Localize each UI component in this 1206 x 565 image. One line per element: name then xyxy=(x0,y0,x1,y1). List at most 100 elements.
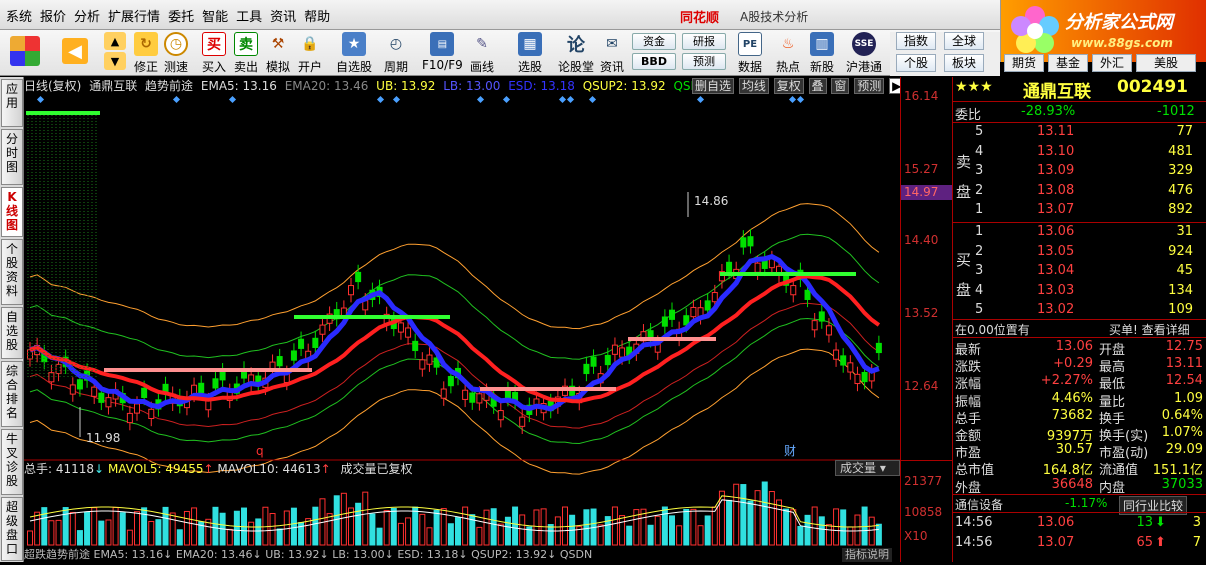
research-button[interactable]: 研报 xyxy=(682,33,726,50)
side-tab-apps[interactable]: 应用 xyxy=(1,79,23,127)
tab-index[interactable]: 指数 xyxy=(896,32,936,50)
tick-count: 3 xyxy=(1192,515,1201,530)
menu-extended-market[interactable]: 扩展行情 xyxy=(108,6,168,25)
indicator-help-button[interactable]: 指标说明 xyxy=(842,548,892,562)
hk-connect-button[interactable]: SSE 沪港通 xyxy=(846,32,882,75)
news-button[interactable]: ✉ 资讯 xyxy=(600,32,624,75)
menu-analysis[interactable]: 分析 xyxy=(74,6,108,25)
fund-button[interactable]: 资金 xyxy=(632,33,676,50)
menu-help[interactable]: 帮助 xyxy=(304,6,338,25)
tab-sector[interactable]: 板块 xyxy=(944,54,984,72)
side-tab-stock-info[interactable]: 个股资料 xyxy=(1,239,23,305)
order-price[interactable]: 13.10 xyxy=(1037,144,1074,159)
order-price[interactable]: 13.07 xyxy=(1037,202,1074,217)
tab-us-stock[interactable]: 美股 xyxy=(1136,54,1196,72)
open-account-button[interactable]: 🔒 开户 xyxy=(298,32,322,75)
volume-bar xyxy=(690,508,697,546)
order-price[interactable]: 13.04 xyxy=(1037,263,1074,278)
menu-smart[interactable]: 智能 xyxy=(202,6,236,25)
side-tab-ranking[interactable]: 综合排名 xyxy=(1,361,23,427)
period-button[interactable]: ◴ 周期 xyxy=(384,32,408,75)
window-button[interactable]: 窗 xyxy=(831,78,850,94)
candle-body xyxy=(276,356,283,367)
volume-bar xyxy=(390,507,397,546)
bbd-button[interactable]: BBD xyxy=(632,53,676,70)
menu-tools[interactable]: 工具 xyxy=(236,6,270,25)
volume-bar xyxy=(754,490,761,546)
stat-label-2: 开盘 xyxy=(1099,343,1126,358)
price-tick: 13.52 xyxy=(904,306,939,320)
stat-label: 总手 xyxy=(955,411,982,427)
kline-chart[interactable]: 14.86 11.98 q 财 xyxy=(24,77,900,562)
weibi-label: 委比 xyxy=(955,108,982,123)
event-diamond-icon xyxy=(228,95,237,104)
speed-test-label: 测速 xyxy=(164,60,189,74)
ma-button[interactable]: 均线 xyxy=(738,78,769,94)
stat-value-2: 12.75 xyxy=(1165,339,1203,354)
stat-value: +2.27% xyxy=(1040,373,1093,389)
candle-body xyxy=(91,386,98,397)
side-tab-kline[interactable]: K线图 xyxy=(1,187,23,237)
volume-selector[interactable]: 成交量 ▾ xyxy=(835,460,900,476)
remove-watchlist-button[interactable]: 删自选 xyxy=(692,78,735,94)
side-tab-intraday[interactable]: 分时图 xyxy=(1,129,23,185)
low-price-label: 11.98 xyxy=(86,431,120,445)
window-layout-button[interactable] xyxy=(10,36,40,66)
order-price[interactable]: 13.02 xyxy=(1037,302,1074,317)
order-level: 1 xyxy=(975,202,984,217)
watchlist-button[interactable]: ★ 自选股 xyxy=(336,32,372,75)
hot-button[interactable]: ♨ 热点 xyxy=(776,32,800,75)
hk-connect-icon: SSE xyxy=(852,32,876,56)
forum-button[interactable]: 论 论股堂 xyxy=(558,32,594,75)
side-tab-diagnosis[interactable]: 牛叉诊股 xyxy=(1,429,23,495)
side-tab-watchlist[interactable]: 自选股 xyxy=(1,307,23,359)
refresh-button[interactable]: ↻ 修正 xyxy=(134,32,158,75)
tab-futures[interactable]: 期货 xyxy=(1004,54,1044,72)
speed-test-button[interactable]: ◷ 测速 xyxy=(164,32,188,75)
tab-stock[interactable]: 个股 xyxy=(896,54,936,72)
order-price[interactable]: 13.11 xyxy=(1037,124,1074,139)
candle-body xyxy=(747,236,754,247)
new-stock-button[interactable]: ▥ 新股 xyxy=(810,32,834,75)
order-level: 2 xyxy=(975,182,984,198)
order-price[interactable]: 13.06 xyxy=(1037,224,1074,239)
forecast-button[interactable]: 预测 xyxy=(682,53,726,70)
price-tick: 12.64 xyxy=(904,379,939,393)
order-price[interactable]: 13.08 xyxy=(1037,183,1074,198)
volume-bar xyxy=(255,518,262,546)
order-price[interactable]: 13.03 xyxy=(1037,283,1074,298)
industry-change: -1.17% xyxy=(1065,496,1108,510)
up-down-button[interactable]: ▲ ▼ xyxy=(104,32,126,70)
menu-order[interactable]: 委托 xyxy=(168,6,202,25)
tab-forex[interactable]: 外汇 xyxy=(1092,54,1132,72)
hot-label: 热点 xyxy=(776,60,801,74)
menu-news[interactable]: 资讯 xyxy=(270,6,304,25)
order-price[interactable]: 13.05 xyxy=(1037,244,1074,259)
side-tab-order-book[interactable]: 超级盘口 xyxy=(1,497,23,561)
menu-quote[interactable]: 报价 xyxy=(40,6,74,25)
buy-button[interactable]: 买 买入 xyxy=(202,32,226,75)
order-detail-link[interactable]: 买单! 查看详细 xyxy=(1109,321,1190,338)
indicator-name[interactable]: 趋势前途 xyxy=(145,79,193,93)
sell-button[interactable]: 卖 卖出 xyxy=(234,32,258,75)
f10-button[interactable]: ▤ F10/F9 xyxy=(422,32,463,72)
volume-bar xyxy=(647,524,654,546)
stock-code: 002491 xyxy=(1117,77,1188,97)
lower-band-line xyxy=(29,348,880,475)
candle-body xyxy=(825,325,832,336)
kline-chart-area[interactable]: 14.86 11.98 q 财 xyxy=(24,77,900,562)
adjust-button[interactable]: 复权 xyxy=(773,78,804,94)
data-button[interactable]: PE 数据 xyxy=(738,32,762,75)
draw-line-button[interactable]: ✎ 画线 xyxy=(470,32,494,75)
tab-global[interactable]: 全球 xyxy=(944,32,984,50)
tab-fund[interactable]: 基金 xyxy=(1048,54,1088,72)
select-stock-button[interactable]: ▦ 选股 xyxy=(518,32,542,75)
forecast-chart-button[interactable]: 预测 xyxy=(854,78,885,94)
event-diamond-icon xyxy=(796,95,805,104)
menu-system[interactable]: 系统 xyxy=(6,6,40,25)
simulate-button[interactable]: ⚒ 模拟 xyxy=(266,32,290,75)
stat-value-2: 1.09 xyxy=(1174,390,1203,406)
overlay-button[interactable]: 叠 xyxy=(808,78,827,94)
order-price[interactable]: 13.09 xyxy=(1037,163,1074,178)
back-button[interactable]: ◀ xyxy=(62,38,88,64)
